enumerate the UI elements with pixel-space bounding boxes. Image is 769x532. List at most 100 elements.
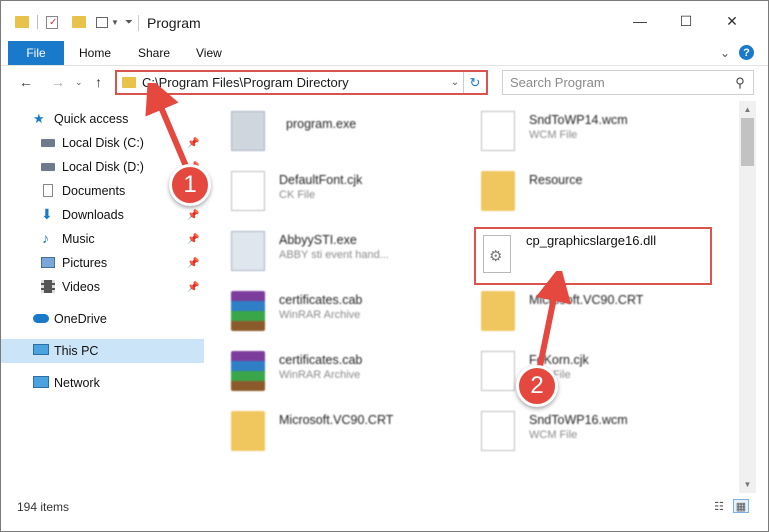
details-view-icon[interactable]: ☷ <box>711 499 727 513</box>
file-list: program.exe SndToWP14.wcm WCM File Defau… <box>209 101 739 493</box>
toolbar-divider <box>37 15 38 29</box>
sidebar-item-onedrive[interactable]: OneDrive <box>1 307 204 331</box>
pictures-icon <box>41 257 55 268</box>
document-icon <box>481 411 515 451</box>
customize-dropdown-icon[interactable]: ⏷ <box>125 17 133 28</box>
file-type: ABBY sti event hand... <box>279 249 389 261</box>
computer-icon <box>33 344 49 355</box>
sidebar-item-label: Quick access <box>54 112 129 126</box>
document-icon <box>231 171 265 211</box>
file-item[interactable]: SndToWP16.wcm WCM File <box>481 407 721 457</box>
folder-icon <box>122 77 136 88</box>
step-marker-2: 2 <box>516 365 558 407</box>
annotation-arrow-2 <box>535 271 572 372</box>
sidebar-item-videos[interactable]: Videos 📌 <box>1 275 204 299</box>
pin-icon[interactable]: 📌 <box>187 258 199 269</box>
ribbon: File Home Share View ⌄ ? <box>1 41 768 66</box>
file-item[interactable]: program.exe <box>231 107 471 157</box>
file-item[interactable]: DefaultFont.cjk CK File <box>231 167 471 217</box>
pin-icon[interactable]: 📌 <box>187 282 199 293</box>
quick-access-toolbar: ✓ ▼ ⏷ <box>15 13 133 31</box>
file-name: Resource <box>529 173 583 187</box>
chevron-down-icon[interactable]: ▼ <box>111 18 119 27</box>
sidebar-item-label: Network <box>54 376 100 390</box>
exe-icon <box>231 111 265 151</box>
file-item[interactable]: Microsoft.VC90.CRT <box>231 407 471 457</box>
file-item[interactable]: Microsoft.VC90.CRT <box>481 287 721 337</box>
music-icon: ♪ <box>42 230 49 246</box>
document-icon <box>481 351 515 391</box>
search-input[interactable]: Search Program <box>510 75 727 90</box>
sidebar-item-label: This PC <box>54 344 99 358</box>
vertical-scrollbar[interactable]: ▲ ▼ <box>739 101 756 493</box>
file-name: SndToWP14.wcm <box>529 113 628 127</box>
forward-arrow-icon[interactable]: → <box>51 74 65 90</box>
dll-gear-icon: ⚙ <box>489 248 503 265</box>
file-name: Microsoft.VC90.CRT <box>279 413 394 427</box>
documents-icon <box>43 184 53 197</box>
sidebar-item-label: Downloads <box>62 208 124 222</box>
scroll-thumb[interactable] <box>741 118 754 166</box>
window-title: Program <box>147 15 201 31</box>
sidebar-item-label: Music <box>62 232 95 246</box>
sidebar-item-this-pc[interactable]: This PC <box>1 339 204 363</box>
explorer-window: ✓ ▼ ⏷ Program — ☐ ✕ File Home Share View… <box>0 0 769 532</box>
drive-icon <box>41 163 55 171</box>
recent-locations-icon[interactable]: ⌄ <box>75 77 83 88</box>
sidebar-item-label: Documents <box>62 184 126 198</box>
file-item[interactable]: AbbyySTI.exe ABBY sti event hand... <box>231 227 471 277</box>
file-name: AbbyySTI.exe <box>279 233 357 247</box>
close-button[interactable]: ✕ <box>709 7 755 35</box>
tab-view[interactable]: View <box>196 41 222 65</box>
pin-icon[interactable]: 📌 <box>187 234 199 245</box>
sidebar-item-downloads[interactable]: ⬇ Downloads 📌 <box>1 203 204 227</box>
drive-icon <box>41 139 55 147</box>
refresh-icon[interactable]: ↻ <box>463 72 486 93</box>
properties-icon[interactable]: ✓ <box>46 15 58 29</box>
sidebar-item-pictures[interactable]: Pictures 📌 <box>1 251 204 275</box>
status-bar: 194 items ☷ ▦ <box>1 495 768 519</box>
file-type: WCM File <box>529 129 578 141</box>
expand-ribbon-icon[interactable]: ⌄ <box>720 46 730 60</box>
downloads-icon: ⬇ <box>41 206 53 222</box>
large-icons-view-icon[interactable]: ▦ <box>733 499 749 513</box>
maximize-button[interactable]: ☐ <box>663 7 709 35</box>
new-folder-icon[interactable] <box>72 16 86 28</box>
title-bar: ✓ ▼ ⏷ Program — ☐ ✕ <box>1 1 768 41</box>
title-divider <box>138 15 139 31</box>
file-item[interactable]: Resource <box>481 167 721 217</box>
tab-share[interactable]: Share <box>138 41 170 65</box>
file-name: program.exe <box>286 117 357 131</box>
sidebar-item-network[interactable]: Network <box>1 371 204 395</box>
file-item[interactable]: certificates.cab WinRAR Archive <box>231 347 471 397</box>
address-dropdown-icon[interactable]: ⌄ <box>447 77 463 88</box>
highlighted-dll-file[interactable]: ⚙ cp_graphicslarge16.dll <box>474 227 712 285</box>
tab-home[interactable]: Home <box>79 41 111 65</box>
exe-icon <box>231 231 265 271</box>
folder-icon[interactable] <box>15 16 29 28</box>
sidebar-item-label: Pictures <box>62 256 108 270</box>
sidebar-item-music[interactable]: ♪ Music 📌 <box>1 227 204 251</box>
file-item[interactable]: SndToWP14.wcm WCM File <box>481 107 721 157</box>
tab-file[interactable]: File <box>8 41 64 65</box>
search-box[interactable]: Search Program ⚲ <box>502 70 754 95</box>
scroll-up-icon[interactable]: ▲ <box>739 101 756 118</box>
minimize-button[interactable]: — <box>617 7 663 35</box>
customize-icon[interactable] <box>96 16 108 28</box>
network-icon <box>33 376 49 388</box>
file-type: WCM File <box>529 429 578 441</box>
videos-icon <box>41 280 55 293</box>
back-arrow-icon[interactable]: ← <box>19 74 33 90</box>
item-count: 194 items <box>17 500 70 514</box>
file-item[interactable]: certificates.cab WinRAR Archive <box>231 287 471 337</box>
scroll-down-icon[interactable]: ▼ <box>739 476 756 493</box>
folder-icon <box>481 171 515 211</box>
archive-icon <box>231 291 265 331</box>
help-button[interactable]: ? <box>739 45 754 60</box>
up-arrow-icon[interactable]: ↑ <box>95 74 102 90</box>
search-icon[interactable]: ⚲ <box>727 75 753 91</box>
sidebar-item-label: Local Disk (C:) <box>62 136 144 150</box>
document-icon <box>481 111 515 151</box>
pin-icon[interactable]: 📌 <box>187 210 199 221</box>
star-icon: ★ <box>33 111 45 126</box>
